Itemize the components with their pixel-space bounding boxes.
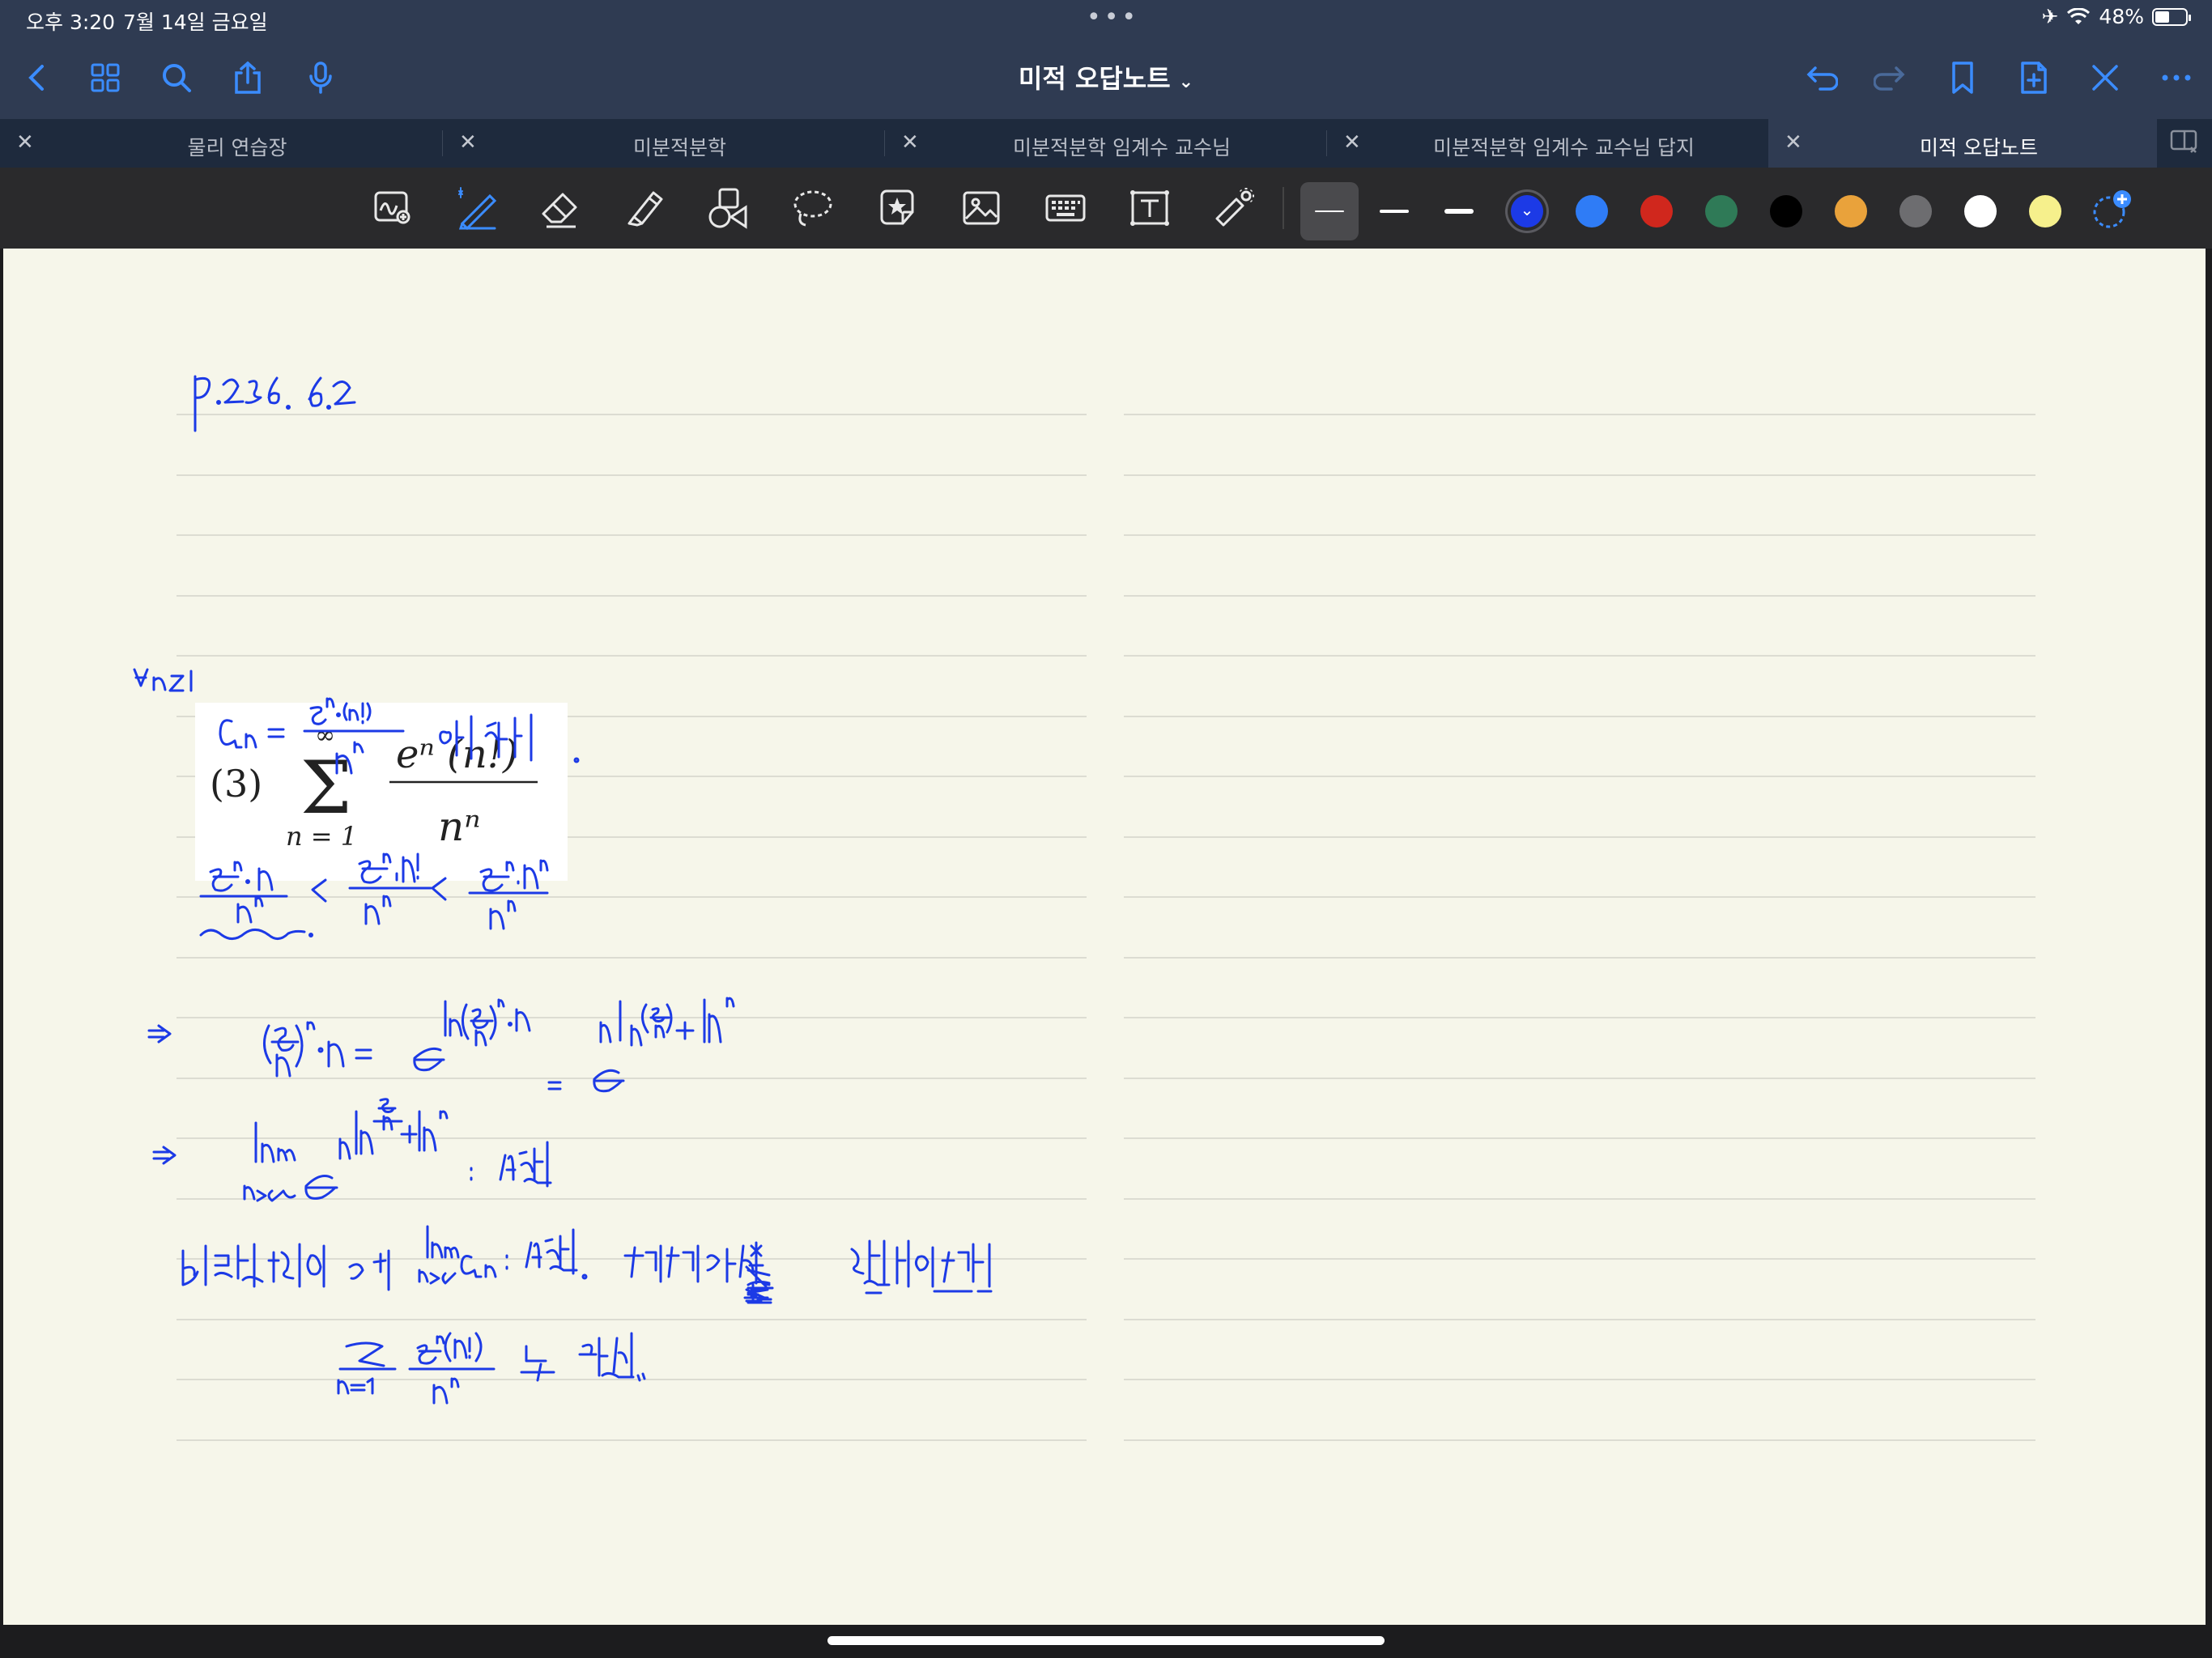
- handwritten-inequality: [199, 852, 549, 940]
- stroke-medium-button[interactable]: [1365, 182, 1423, 240]
- undo-icon[interactable]: [1799, 57, 1841, 99]
- home-indicator[interactable]: [827, 1636, 1385, 1645]
- stroke-thick-button[interactable]: [1430, 182, 1488, 240]
- chevron-down-icon: ⌄: [1520, 200, 1534, 219]
- tab-calculus[interactable]: ✕ 미분적분학: [443, 119, 884, 168]
- status-right: ✈ 48%: [2041, 5, 2191, 28]
- close-icon[interactable]: ✕: [459, 130, 477, 155]
- handwritten-step-two: [152, 1098, 552, 1202]
- tab-label: 미분적분학: [632, 136, 726, 159]
- sticker-icon[interactable]: [873, 184, 921, 232]
- redo-icon[interactable]: [1870, 57, 1912, 99]
- search-icon[interactable]: [155, 57, 198, 99]
- color-swatch-orange[interactable]: [1835, 195, 1867, 227]
- tab-label: 미분적분학 임계수 교수님: [1013, 136, 1231, 159]
- handwriting-layer: [133, 375, 993, 1405]
- color-swatch-black[interactable]: [1770, 195, 1802, 227]
- battery-percent: 48%: [2099, 5, 2144, 28]
- top-bar: 오후 3:20 7월 14일 금요일 ••• ✈ 48% 미적 오답노트 ⌄: [0, 0, 2212, 119]
- color-swatch-light-blue[interactable]: [1576, 195, 1608, 227]
- close-icon[interactable]: ✕: [1784, 130, 1802, 155]
- lasso-icon[interactable]: [789, 184, 837, 232]
- handwritten-step-one: [147, 997, 735, 1093]
- multitasking-dots[interactable]: •••: [1087, 3, 1139, 32]
- status-time: 오후 3:20: [26, 11, 116, 34]
- status-bar: 오후 3:20 7월 14일 금요일 ••• ✈ 48%: [0, 0, 2212, 39]
- back-chevron-icon[interactable]: [16, 57, 58, 99]
- close-icon[interactable]: ✕: [16, 130, 34, 155]
- airplane-icon: ✈: [2041, 5, 2059, 28]
- chevron-down-icon: ⌄: [1178, 72, 1194, 92]
- document-tabs: ✕ 물리 연습장 ✕ 미분적분학 ✕ 미분적분학 임계수 교수님 ✕ 미분적분학…: [0, 119, 2212, 168]
- note-page[interactable]: (3) ∞ Σ n = 1 eⁿ (n!) nⁿ: [3, 249, 2206, 1625]
- close-edit-icon[interactable]: [2084, 57, 2126, 99]
- close-icon[interactable]: ✕: [901, 130, 919, 155]
- tab-calculus-professor[interactable]: ✕ 미분적분학 임계수 교수님: [885, 119, 1326, 168]
- image-icon[interactable]: [957, 184, 1006, 232]
- tab-physics-practice[interactable]: ✕ 물리 연습장: [0, 119, 442, 168]
- more-options-icon[interactable]: [2155, 57, 2197, 99]
- color-swatch-yellow[interactable]: [2029, 195, 2061, 227]
- add-page-icon[interactable]: [2013, 57, 2055, 99]
- share-icon[interactable]: [227, 57, 269, 99]
- handwritten-an-definition: [219, 697, 580, 775]
- keyboard-icon[interactable]: [1041, 184, 1090, 232]
- battery-icon: [2152, 7, 2191, 26]
- tab-calculus-answers[interactable]: ✕ 미분적분학 임계수 교수님 답지: [1327, 119, 1768, 168]
- tab-label: 미분적분학 임계수 교수님 답지: [1433, 136, 1695, 159]
- grid-view-icon[interactable]: [84, 57, 126, 99]
- handwritten-reference: [194, 375, 356, 432]
- tab-label: 물리 연습장: [187, 136, 287, 159]
- eraser-icon[interactable]: [536, 184, 585, 232]
- pen-icon[interactable]: [452, 184, 500, 232]
- tab-error-notes[interactable]: ✕ 미적 오답노트: [1768, 119, 2157, 168]
- shapes-icon[interactable]: [704, 184, 753, 232]
- handwritten-conclusion-line: [181, 1225, 993, 1304]
- microphone-icon[interactable]: [300, 57, 342, 99]
- color-swatch-gray[interactable]: [1899, 195, 1932, 227]
- add-color-icon[interactable]: [2087, 185, 2136, 234]
- handwritten-for-all-n: [133, 668, 193, 692]
- laser-pointer-icon[interactable]: [1210, 184, 1258, 232]
- handwritten-final-statement: [337, 1332, 646, 1405]
- color-swatch-green[interactable]: [1705, 195, 1738, 227]
- stroke-thin-button[interactable]: [1300, 182, 1359, 240]
- document-title-text: 미적 오답노트: [1018, 63, 1171, 94]
- highlighter-icon[interactable]: [620, 184, 669, 232]
- text-box-icon[interactable]: [1125, 184, 1174, 232]
- color-swatch-white[interactable]: [1964, 195, 1997, 227]
- zoom-window-icon[interactable]: [368, 184, 417, 232]
- split-view-icon[interactable]: [2170, 130, 2199, 155]
- navigation-bar: 미적 오답노트 ⌄: [0, 39, 2212, 119]
- tab-label: 미적 오답노트: [1920, 136, 2038, 159]
- color-swatch-red[interactable]: [1640, 195, 1673, 227]
- status-date: 7월 14일 금요일: [123, 11, 268, 34]
- bookmark-icon[interactable]: [1942, 57, 1984, 99]
- close-icon[interactable]: ✕: [1343, 130, 1361, 155]
- wifi-icon: [2067, 7, 2091, 24]
- color-swatch-blue-selected[interactable]: ⌄: [1511, 195, 1543, 227]
- drawing-toolbar: ⌄: [0, 168, 2212, 249]
- toolbar-divider: [1283, 187, 1284, 229]
